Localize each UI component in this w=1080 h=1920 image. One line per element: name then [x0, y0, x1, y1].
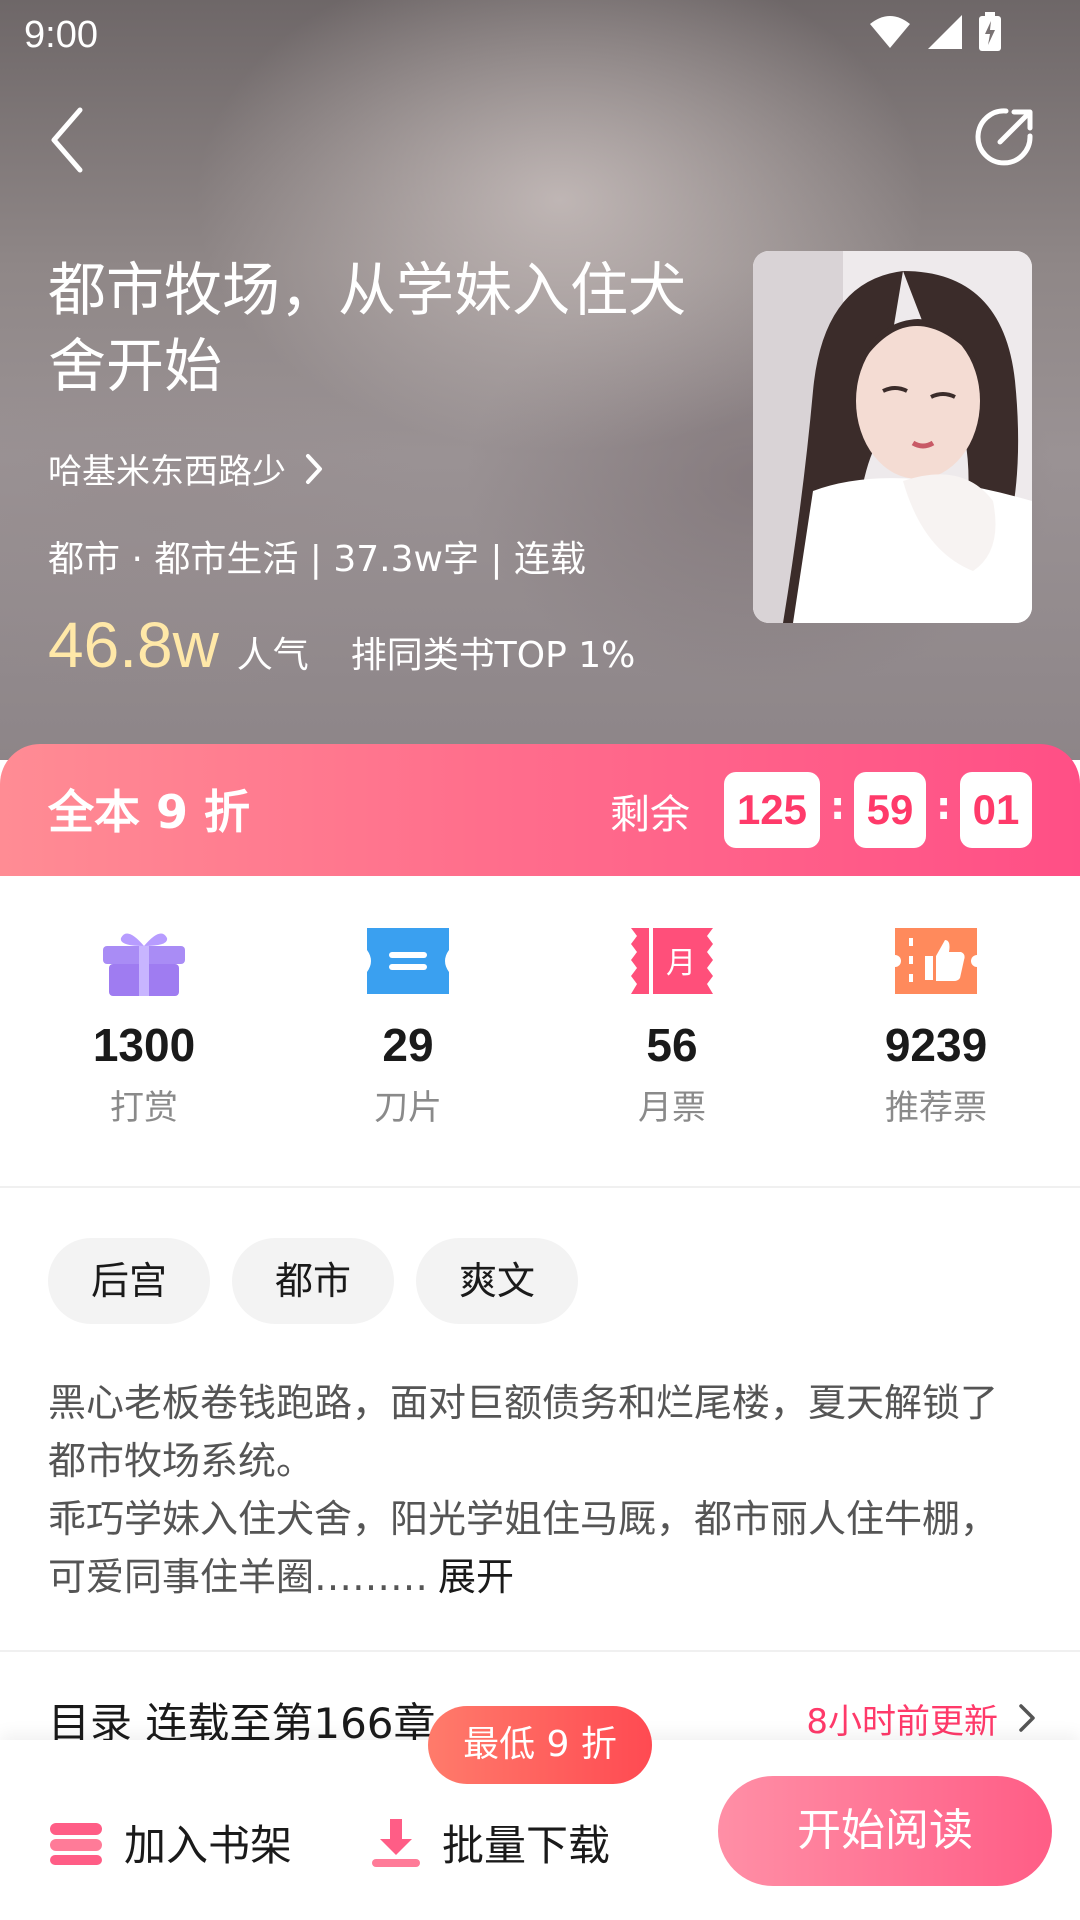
lowest-discount-badge: 最低 9 折 — [428, 1706, 652, 1784]
author-link[interactable]: 哈基米东西路少 — [48, 444, 326, 493]
toc-update-time: 8小时前更新 — [806, 1702, 998, 1742]
status-bar: 9:00 — [0, 0, 1080, 70]
status-time: 9:00 — [24, 14, 98, 56]
description-line: 黑心老板卷钱跑路，面对巨额债务和烂尾楼，夏天解锁了都市牧场系统。 — [48, 1381, 999, 1483]
book-title: 都市牧场，从学妹入住犬舍开始 — [48, 256, 687, 400]
divider — [0, 1650, 1080, 1652]
author-name: 哈基米东西路少 — [48, 452, 286, 492]
stat-reward[interactable]: 1300 打赏 — [14, 926, 274, 1129]
chevron-right-icon — [1019, 1704, 1035, 1732]
batch-download-label: 批量下载 — [442, 1821, 611, 1870]
divider — [0, 1186, 1080, 1188]
book-header: 9:00 都市牧场，从学妹入住犬舍开始 哈基米东西路少 都市 · 都市生活 | … — [0, 0, 1080, 760]
book-meta: 都市 · 都市生活 | 37.3w字 | 连载 — [48, 539, 586, 580]
monthly-ticket-icon: 月 — [631, 928, 713, 994]
expand-button[interactable]: 展开 — [438, 1555, 514, 1599]
blade-ticket-icon — [367, 928, 449, 994]
discount-banner[interactable]: 全本 9 折 剩余 125 : 59 : 01 — [0, 744, 1080, 876]
gift-icon — [103, 933, 185, 996]
tag-chip[interactable]: 爽文 — [416, 1238, 578, 1324]
stat-label: 打赏 — [110, 1088, 178, 1128]
timer-minutes: 59 — [854, 772, 926, 848]
remaining-label: 剩余 — [610, 792, 690, 838]
stats-row: 1300 打赏 29 刀片 月 56 月票 9239 推荐票 — [0, 876, 1080, 1186]
start-reading-button[interactable]: 开始阅读 — [718, 1776, 1052, 1886]
timer-colon: : — [830, 784, 846, 828]
bookshelf-icon — [50, 1822, 102, 1865]
stat-value: 1300 — [92, 1019, 196, 1071]
signal-icon — [928, 15, 962, 49]
popularity-value: 46.8w — [48, 609, 219, 681]
stat-value: 29 — [382, 1019, 434, 1071]
add-to-shelf-label: 加入书架 — [124, 1821, 293, 1870]
download-icon — [372, 1818, 420, 1867]
stat-value: 56 — [646, 1019, 698, 1071]
back-icon[interactable] — [40, 100, 104, 180]
tag-chip[interactable]: 后宫 — [48, 1238, 210, 1324]
discount-title: 全本 9 折 — [48, 785, 251, 839]
tag-list: 后宫 都市 爽文 — [48, 1238, 578, 1324]
tag-chip[interactable]: 都市 — [232, 1238, 394, 1324]
popularity-label: 人气 — [236, 635, 309, 676]
battery-icon — [979, 12, 1001, 51]
stat-label: 刀片 — [374, 1088, 442, 1128]
stat-value: 9239 — [884, 1019, 988, 1071]
stat-recommend-ticket[interactable]: 9239 推荐票 — [806, 926, 1066, 1129]
book-description: 黑心老板卷钱跑路，面对巨额债务和烂尾楼，夏天解锁了都市牧场系统。 乖巧学妹入住犬… — [48, 1374, 1028, 1606]
wifi-icon — [870, 16, 910, 48]
share-icon[interactable] — [970, 102, 1040, 172]
description-text: 乖巧学妹入住犬舍，阳光学姐住马厩，都市丽人住牛棚，可爱同事住羊圈……… — [48, 1497, 999, 1599]
thumbs-up-ticket-icon — [889, 928, 983, 994]
cover-illustration — [753, 251, 1032, 623]
chevron-right-icon — [306, 453, 322, 484]
add-to-shelf-button[interactable]: 加入书架 — [48, 1812, 292, 1873]
timer-seconds: 01 — [960, 772, 1032, 848]
popularity-row: 46.8w 人气 排同类书TOP 1% — [48, 608, 635, 682]
description-line-2: 乖巧学妹入住犬舍，阳光学姐住马厩，都市丽人住牛棚，可爱同事住羊圈……… 展开 — [48, 1490, 1028, 1606]
stat-label: 推荐票 — [885, 1088, 987, 1128]
timer-colon: : — [936, 784, 952, 828]
book-cover[interactable] — [753, 251, 1032, 623]
timer-hours: 125 — [724, 772, 820, 848]
toc-title: 目录 连载至第166章 — [48, 1699, 436, 1746]
rank-text: 排同类书TOP 1% — [350, 635, 636, 676]
stat-label: 月票 — [638, 1088, 706, 1128]
svg-text:月: 月 — [666, 946, 696, 981]
stat-blade[interactable]: 29 刀片 — [278, 926, 538, 1129]
stat-monthly-ticket[interactable]: 月 56 月票 — [542, 926, 802, 1129]
system-icons — [868, 12, 1002, 52]
batch-download-button[interactable]: 批量下载 — [370, 1812, 610, 1873]
